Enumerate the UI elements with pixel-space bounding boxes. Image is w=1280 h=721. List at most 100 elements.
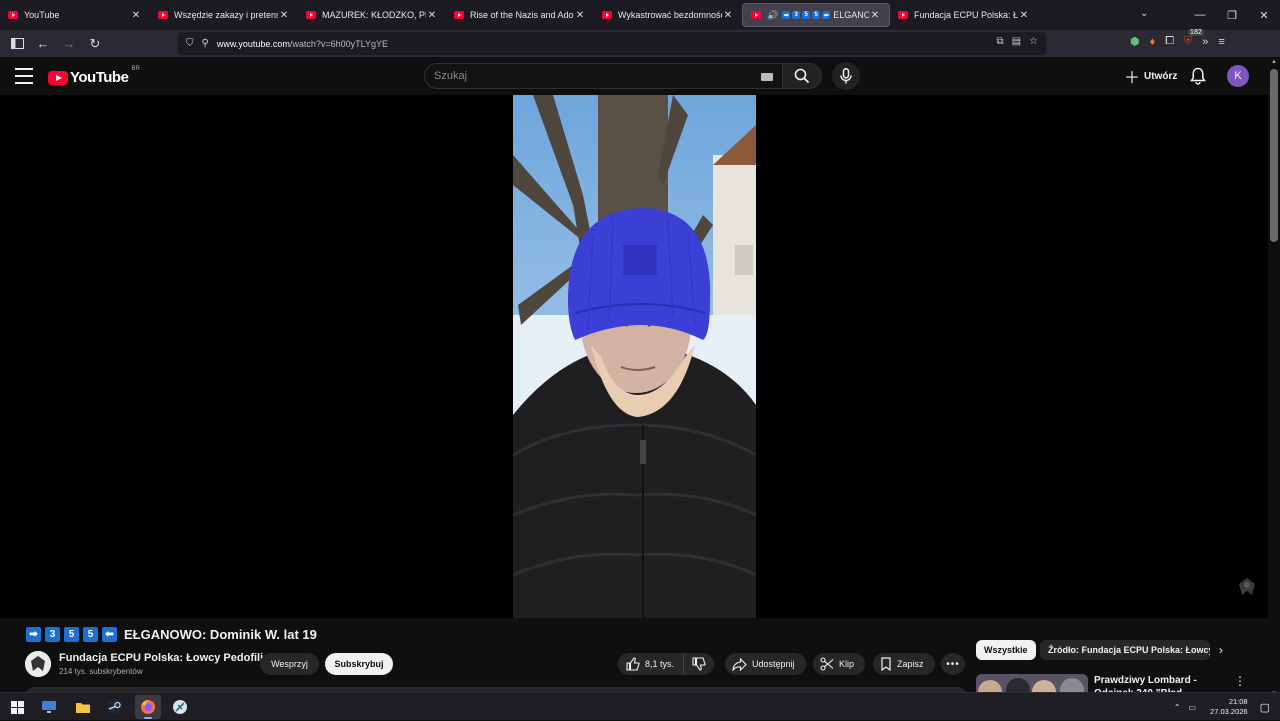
chip-source-channel[interactable]: Źródło: Fundacja ECPU Polska: Łowcy Pedo… xyxy=(1040,640,1210,660)
overflow-chevrons-icon[interactable]: » xyxy=(1202,36,1208,48)
close-tab-icon[interactable]: ✕ xyxy=(278,10,290,21)
youtube-favicon-icon xyxy=(898,11,908,19)
clock[interactable]: 21:08 27.03.2026 xyxy=(1210,697,1248,717)
youtube-favicon-icon xyxy=(158,11,168,19)
chevron-right-icon[interactable]: › xyxy=(1219,643,1223,657)
save-button[interactable]: Zapisz xyxy=(873,653,935,675)
app-menu-icon[interactable]: ≡ xyxy=(1218,36,1224,48)
keyboard-icon[interactable] xyxy=(761,73,773,81)
youtube-play-logo-icon xyxy=(48,70,68,85)
tab-rise-of-the-nazis[interactable]: Rise of the Nazis and Adolf Hitl ✕ xyxy=(446,0,594,30)
more-actions-icon[interactable]: ••• xyxy=(941,653,965,675)
thumbs-down-icon xyxy=(692,657,706,671)
microphone-icon xyxy=(840,68,852,84)
notifications-bell-icon[interactable] xyxy=(1190,67,1206,90)
clip-button[interactable]: Klip xyxy=(813,653,866,675)
tray-overflow-chevron-icon[interactable]: ⌃ xyxy=(1174,703,1181,712)
extension-fox-icon[interactable]: ♦ xyxy=(1150,36,1156,48)
video-frame[interactable] xyxy=(513,95,756,618)
save-label: Zapisz xyxy=(897,659,924,669)
url-text[interactable]: www.youtube.com/watch?v=6h00yTLYgYE xyxy=(217,39,388,49)
bookmark-icon xyxy=(881,657,891,671)
search-button[interactable] xyxy=(782,63,822,89)
notification-center-icon[interactable]: ▢ xyxy=(1260,701,1270,714)
back-arrow-icon[interactable]: ← xyxy=(31,32,55,56)
close-tab-icon[interactable]: ✕ xyxy=(574,10,586,21)
scissors-icon xyxy=(820,657,834,671)
like-count: 8,1 tys. xyxy=(645,659,675,669)
forward-arrow-icon[interactable]: → xyxy=(57,32,81,56)
chip-all[interactable]: Wszystkie xyxy=(976,640,1036,660)
windows-start-icon[interactable] xyxy=(8,698,26,716)
url-bar[interactable]: ⛉ ⚲ www.youtube.com/watch?v=6h00yTLYgYE … xyxy=(178,32,1046,55)
account-avatar[interactable]: K xyxy=(1227,65,1249,87)
youtube-favicon-icon xyxy=(306,11,316,19)
create-button[interactable]: ＋ Utwórz xyxy=(1118,65,1183,87)
recommendation-more-icon[interactable]: ⋮ xyxy=(1234,674,1246,688)
youtube-favicon-icon xyxy=(751,11,761,19)
sidebar-toggle-icon[interactable] xyxy=(5,32,29,56)
subscriber-count: 214 tys. subskrybentów xyxy=(59,667,143,676)
browser-navigation-bar: ← → ↻ ⛉ ⚲ www.youtube.com/watch?v=6h00yT… xyxy=(0,29,1280,57)
bookmark-star-icon[interactable]: ☆ xyxy=(1029,36,1038,47)
channel-avatar[interactable] xyxy=(25,651,51,677)
scrollbar-thumb[interactable] xyxy=(1270,69,1278,242)
tab-youtube[interactable]: YouTube ✕ xyxy=(0,0,150,30)
extensions-puzzle-icon[interactable]: ⧠ xyxy=(1165,35,1174,48)
tracking-shield-icon[interactable]: ⛉ xyxy=(186,38,194,49)
picture-in-picture-icon[interactable]: ⧉ xyxy=(996,36,1003,47)
site-permissions-icon[interactable]: ⚲ xyxy=(202,38,209,49)
windows-taskbar: ⌃ ▭ 21:08 27.03.2026 ▢ xyxy=(0,692,1280,720)
close-tab-icon[interactable]: ✕ xyxy=(869,10,881,21)
hamburger-menu-icon[interactable] xyxy=(15,68,33,84)
search-input[interactable]: Szukaj xyxy=(424,63,784,89)
scroll-up-icon[interactable]: ▲ xyxy=(1271,59,1277,65)
steam-icon[interactable] xyxy=(106,698,124,716)
channel-watermark-icon[interactable] xyxy=(1235,575,1259,599)
page-scrollbar[interactable]: ▲ ▼ xyxy=(1268,57,1280,699)
close-tab-icon[interactable]: ✕ xyxy=(426,10,438,21)
system-tray: ⌃ ▭ 21:08 27.03.2026 ▢ xyxy=(1174,693,1280,721)
dislike-button[interactable] xyxy=(684,657,714,671)
close-tab-icon[interactable]: ✕ xyxy=(1018,10,1030,21)
file-explorer-icon[interactable] xyxy=(74,698,92,716)
close-tab-icon[interactable]: ✕ xyxy=(722,10,734,21)
speaker-playing-icon[interactable]: 🔊 xyxy=(767,10,778,21)
video-title: EŁGANOWO: Dominik W. lat 19 xyxy=(124,627,317,642)
extension-shield-icon[interactable]: ⬢ xyxy=(1130,35,1140,48)
taskbar-monitor-app-icon[interactable] xyxy=(40,698,58,716)
voice-search-button[interactable] xyxy=(832,62,860,90)
subscribe-button[interactable]: Subskrybuj xyxy=(325,653,393,675)
tab-wszedzie-zakazy[interactable]: Wszędzie zakazy i pretensje! Lu ✕ xyxy=(150,0,298,30)
restore-icon[interactable]: ❐ xyxy=(1216,9,1248,22)
close-window-icon[interactable]: ✕ xyxy=(1248,9,1280,22)
tab-mazurek[interactable]: MAZUREK: KŁODZKO, PEDOFIL ✕ xyxy=(298,0,446,30)
youtube-favicon-icon xyxy=(8,11,18,19)
tab-elganowo-active[interactable]: 🔊 ➡ 3 5 5 ⬅ ELGANOW ✕ xyxy=(742,3,890,27)
ublock-extension-icon[interactable]: ⛨ 182 xyxy=(1184,29,1204,48)
keycap-digit: 3 xyxy=(792,11,801,19)
tab-wykastrowac[interactable]: Wykastrować bezdomność! Ust ✕ xyxy=(594,0,742,30)
reader-view-icon[interactable]: ▤ xyxy=(1012,36,1021,47)
video-title-row: ➡ 3 5 5 ⬅ EŁGANOWO: Dominik W. lat 19 xyxy=(26,627,317,642)
close-tab-icon[interactable]: ✕ xyxy=(130,10,142,21)
network-icon[interactable]: ▭ xyxy=(1188,703,1196,712)
tab-fundacja-ecpu[interactable]: Fundacja ECPU Polska: Łowcy Pe ✕ xyxy=(890,0,1038,30)
tab-title: Wykastrować bezdomność! Ust xyxy=(618,10,722,20)
tab-title: Rise of the Nazis and Adolf Hitl xyxy=(470,10,574,20)
reload-icon[interactable]: ↻ xyxy=(83,32,107,56)
satellite-app-icon[interactable] xyxy=(171,698,189,716)
support-button[interactable]: Wesprzyj xyxy=(260,653,319,675)
clock-date: 27.03.2026 xyxy=(1210,707,1248,716)
tab-title: Wszędzie zakazy i pretensje! Lu xyxy=(174,10,278,20)
arrow-left-keycap-icon: ⬅ xyxy=(822,11,831,19)
extension-badge-count: 182 xyxy=(1188,29,1204,36)
firefox-taskbar-icon[interactable] xyxy=(135,695,161,719)
share-button[interactable]: Udostępnij xyxy=(725,653,806,675)
minimize-icon[interactable]: — xyxy=(1184,9,1216,21)
list-all-tabs-chevron-icon[interactable]: ⌄ xyxy=(1140,8,1148,19)
video-player[interactable] xyxy=(0,95,1268,618)
channel-name-link[interactable]: Fundacja ECPU Polska: Łowcy Pedofili xyxy=(59,652,263,664)
like-button[interactable]: 8,1 tys. xyxy=(618,653,684,675)
youtube-logo[interactable]: YouTube BR xyxy=(48,66,140,86)
